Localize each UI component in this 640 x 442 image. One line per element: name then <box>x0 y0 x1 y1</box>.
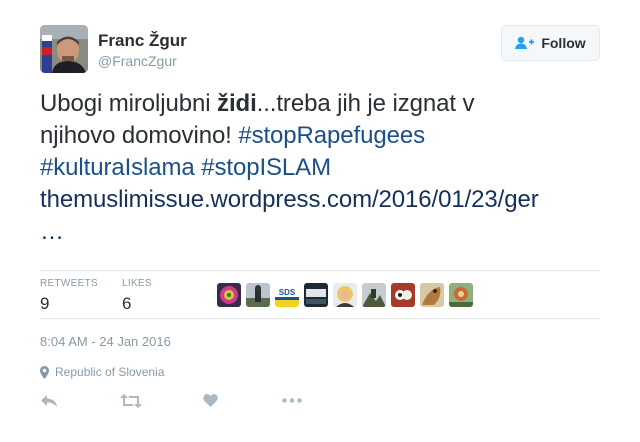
likes-count: 6 <box>122 294 132 313</box>
more-icon[interactable] <box>282 398 302 403</box>
divider-bottom <box>40 318 600 319</box>
follow-button-label: Follow <box>541 35 586 51</box>
retweets-label: RETWEETS <box>40 278 98 289</box>
liker-avatar[interactable] <box>449 283 473 307</box>
retweet-icon[interactable] <box>120 394 142 408</box>
sds-logo-text: SDS <box>279 288 296 297</box>
like-icon[interactable] <box>203 393 218 407</box>
follow-button[interactable]: Follow <box>501 25 600 61</box>
tweet-line-5: … <box>40 216 600 248</box>
user-name[interactable]: Franc Žgur <box>98 31 187 51</box>
liker-avatar[interactable] <box>246 283 270 307</box>
tweet-location[interactable]: Republic of Slovenia <box>40 365 164 379</box>
location-pin-icon <box>40 365 49 379</box>
location-label: Republic of Slovenia <box>55 365 165 379</box>
hashtag-stoprapefugees[interactable]: #stopRapefugees <box>238 122 425 149</box>
tweet-text-part: njihovo domovino! <box>40 122 239 149</box>
liker-avatar[interactable] <box>420 283 444 307</box>
tweet-text-part: Ubogi miroljubni <box>40 90 218 117</box>
tweet-text-part: ...treba jih je izgnat v <box>256 90 475 117</box>
tweet-line-1: Ubogi miroljubni židi...treba jih je izg… <box>40 88 600 120</box>
liker-avatar[interactable] <box>304 283 328 307</box>
tweet-link[interactable]: themuslimissue.wordpress.com/2016/01/23/… <box>40 186 539 213</box>
likes-label: LIKES <box>122 278 152 289</box>
tweet-timestamp[interactable]: 8:04 AM - 24 Jan 2016 <box>40 334 171 349</box>
user-avatar[interactable] <box>40 25 88 73</box>
tweet-line-3: #kulturaIslama #stopISLAM <box>40 152 600 184</box>
retweets-stat[interactable]: RETWEETS 9 <box>40 278 98 314</box>
retweets-count: 9 <box>40 294 50 313</box>
tweet-bold-word: židi <box>217 90 257 117</box>
user-handle[interactable]: @FrancZgur <box>98 53 177 69</box>
likers-avatars: SDS <box>217 283 473 307</box>
liker-avatar[interactable] <box>391 283 415 307</box>
tweet-line-4: themuslimissue.wordpress.com/2016/01/23/… <box>40 184 600 216</box>
tweet-link-ellipsis[interactable]: … <box>40 218 64 245</box>
hashtag-stopislam[interactable]: #stopISLAM <box>201 154 331 181</box>
liker-avatar[interactable] <box>217 283 241 307</box>
tweet-line-2: njihovo domovino! #stopRapefugees <box>40 120 600 152</box>
divider-top <box>40 270 600 271</box>
hashtag-kulturaislama[interactable]: #kulturaIslama <box>40 154 195 181</box>
add-user-icon <box>515 36 535 49</box>
tweet-card: Franc Žgur @FrancZgur Follow Ubogi mirol… <box>0 0 640 442</box>
liker-avatar[interactable] <box>333 283 357 307</box>
liker-avatar[interactable] <box>362 283 386 307</box>
likes-stat[interactable]: LIKES 6 <box>122 278 152 314</box>
reply-icon[interactable] <box>40 394 58 408</box>
liker-avatar[interactable]: SDS <box>275 283 299 307</box>
tweet-text: Ubogi miroljubni židi...treba jih je izg… <box>40 88 600 248</box>
